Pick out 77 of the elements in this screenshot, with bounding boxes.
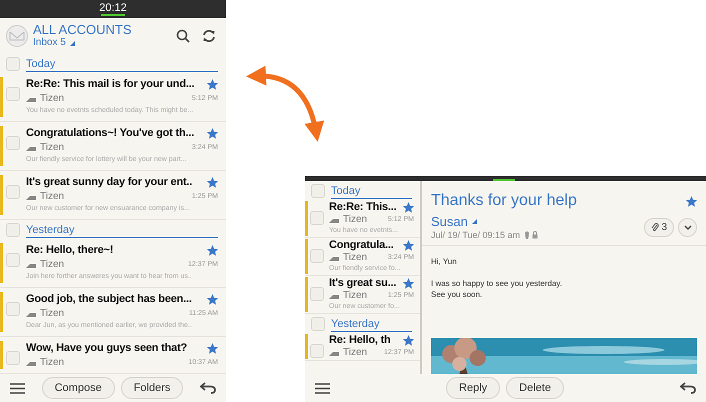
- chevron-down-icon: [684, 225, 692, 230]
- checkbox[interactable]: [6, 351, 20, 365]
- mail-sender: Tizen: [343, 290, 368, 302]
- mail-subject: Congratula...: [329, 239, 394, 252]
- toolbar-button[interactable]: Reply: [446, 377, 500, 399]
- mail-sender: Tizen: [40, 190, 64, 203]
- back-icon[interactable]: [200, 382, 216, 394]
- mail-title: Thanks for your help: [431, 191, 577, 211]
- indicator-bar: [492, 179, 514, 181]
- lock-icon: [532, 231, 538, 239]
- search-icon[interactable]: [176, 29, 190, 43]
- envelope-icon: [6, 25, 28, 47]
- checkbox[interactable]: [310, 287, 324, 301]
- attachment-button[interactable]: 3: [644, 218, 674, 237]
- mail-subject: Re:Re: This...: [329, 201, 396, 214]
- checkbox[interactable]: [310, 211, 324, 225]
- sender-name[interactable]: Susan: [431, 214, 468, 229]
- paperclip-icon: [651, 223, 660, 232]
- mail-sender: Tizen: [40, 307, 64, 320]
- mail-subject: Good job, the subject has been...: [26, 292, 192, 307]
- back-icon[interactable]: [680, 382, 696, 394]
- toolbar-button[interactable]: Folders: [120, 377, 184, 399]
- checkbox[interactable]: [310, 249, 324, 263]
- mail-subject: Re:Re: This mail is for your und...: [26, 77, 194, 92]
- star-icon[interactable]: [207, 128, 218, 139]
- star-icon[interactable]: [207, 294, 218, 305]
- mail-sender: Tizen: [40, 92, 64, 105]
- mail-sender: Tizen: [343, 252, 368, 264]
- star-icon[interactable]: [403, 202, 414, 213]
- inbox-dropdown[interactable]: Inbox 5: [33, 37, 66, 49]
- toolbar-button[interactable]: Compose: [42, 377, 115, 399]
- checkbox[interactable]: [6, 87, 20, 101]
- status-time: 20:12: [99, 2, 127, 14]
- body-text: Hi, Yun: [431, 256, 458, 267]
- caret-icon: [472, 219, 477, 224]
- mail-sender: Tizen: [40, 356, 64, 369]
- checkbox[interactable]: [6, 253, 20, 267]
- caret-icon: [70, 40, 75, 46]
- menu-icon[interactable]: [315, 382, 330, 394]
- star-icon[interactable]: [207, 343, 218, 354]
- checkbox[interactable]: [311, 184, 325, 198]
- menu-icon[interactable]: [10, 382, 25, 394]
- star-icon[interactable]: [403, 240, 414, 251]
- star-icon[interactable]: [207, 245, 218, 256]
- star-icon[interactable]: [403, 335, 414, 346]
- checkbox[interactable]: [6, 302, 20, 316]
- section-header: Today: [26, 56, 218, 72]
- checkbox[interactable]: [6, 223, 20, 237]
- star-icon[interactable]: [207, 79, 218, 90]
- star-icon[interactable]: [403, 278, 414, 289]
- mail-sender: Tizen: [343, 214, 368, 226]
- section-header: Yesterday: [26, 222, 218, 238]
- section-header: Yesterday: [331, 316, 412, 332]
- mail-sender: Tizen: [343, 347, 368, 359]
- mail-sender: Tizen: [40, 141, 64, 154]
- refresh-icon[interactable]: [202, 29, 216, 43]
- section-header: Today: [331, 184, 412, 198]
- mail-subject: It's great su...: [329, 277, 396, 290]
- checkbox[interactable]: [6, 136, 20, 150]
- expand-button[interactable]: [678, 218, 697, 237]
- checkbox[interactable]: [311, 317, 325, 331]
- mail-subject: Congratulations~! You've got th...: [26, 126, 194, 141]
- checkbox[interactable]: [6, 185, 20, 199]
- mail-subject: Re: Hello, there~!: [26, 243, 114, 258]
- checkbox[interactable]: [310, 344, 324, 358]
- checkbox[interactable]: [6, 57, 20, 71]
- mail-subject: It's great sunny day for your ent..: [26, 175, 192, 190]
- toolbar-button[interactable]: Delete: [506, 377, 564, 399]
- body-text: I was so happy to see you yesterday. See you soon.: [431, 278, 564, 300]
- star-icon[interactable]: [686, 196, 697, 206]
- account-title: ALL ACCOUNTS: [33, 23, 132, 37]
- star-icon[interactable]: [207, 177, 218, 188]
- mail-date: Jul/ 19/ Tue/ 09:15 am: [431, 229, 520, 241]
- mail-subject: Wow, Have you guys seen that?: [26, 341, 188, 356]
- mail-sender: Tizen: [40, 258, 64, 271]
- mail-subject: Re: Hello, th: [329, 334, 391, 347]
- indicator-bar: [101, 14, 125, 16]
